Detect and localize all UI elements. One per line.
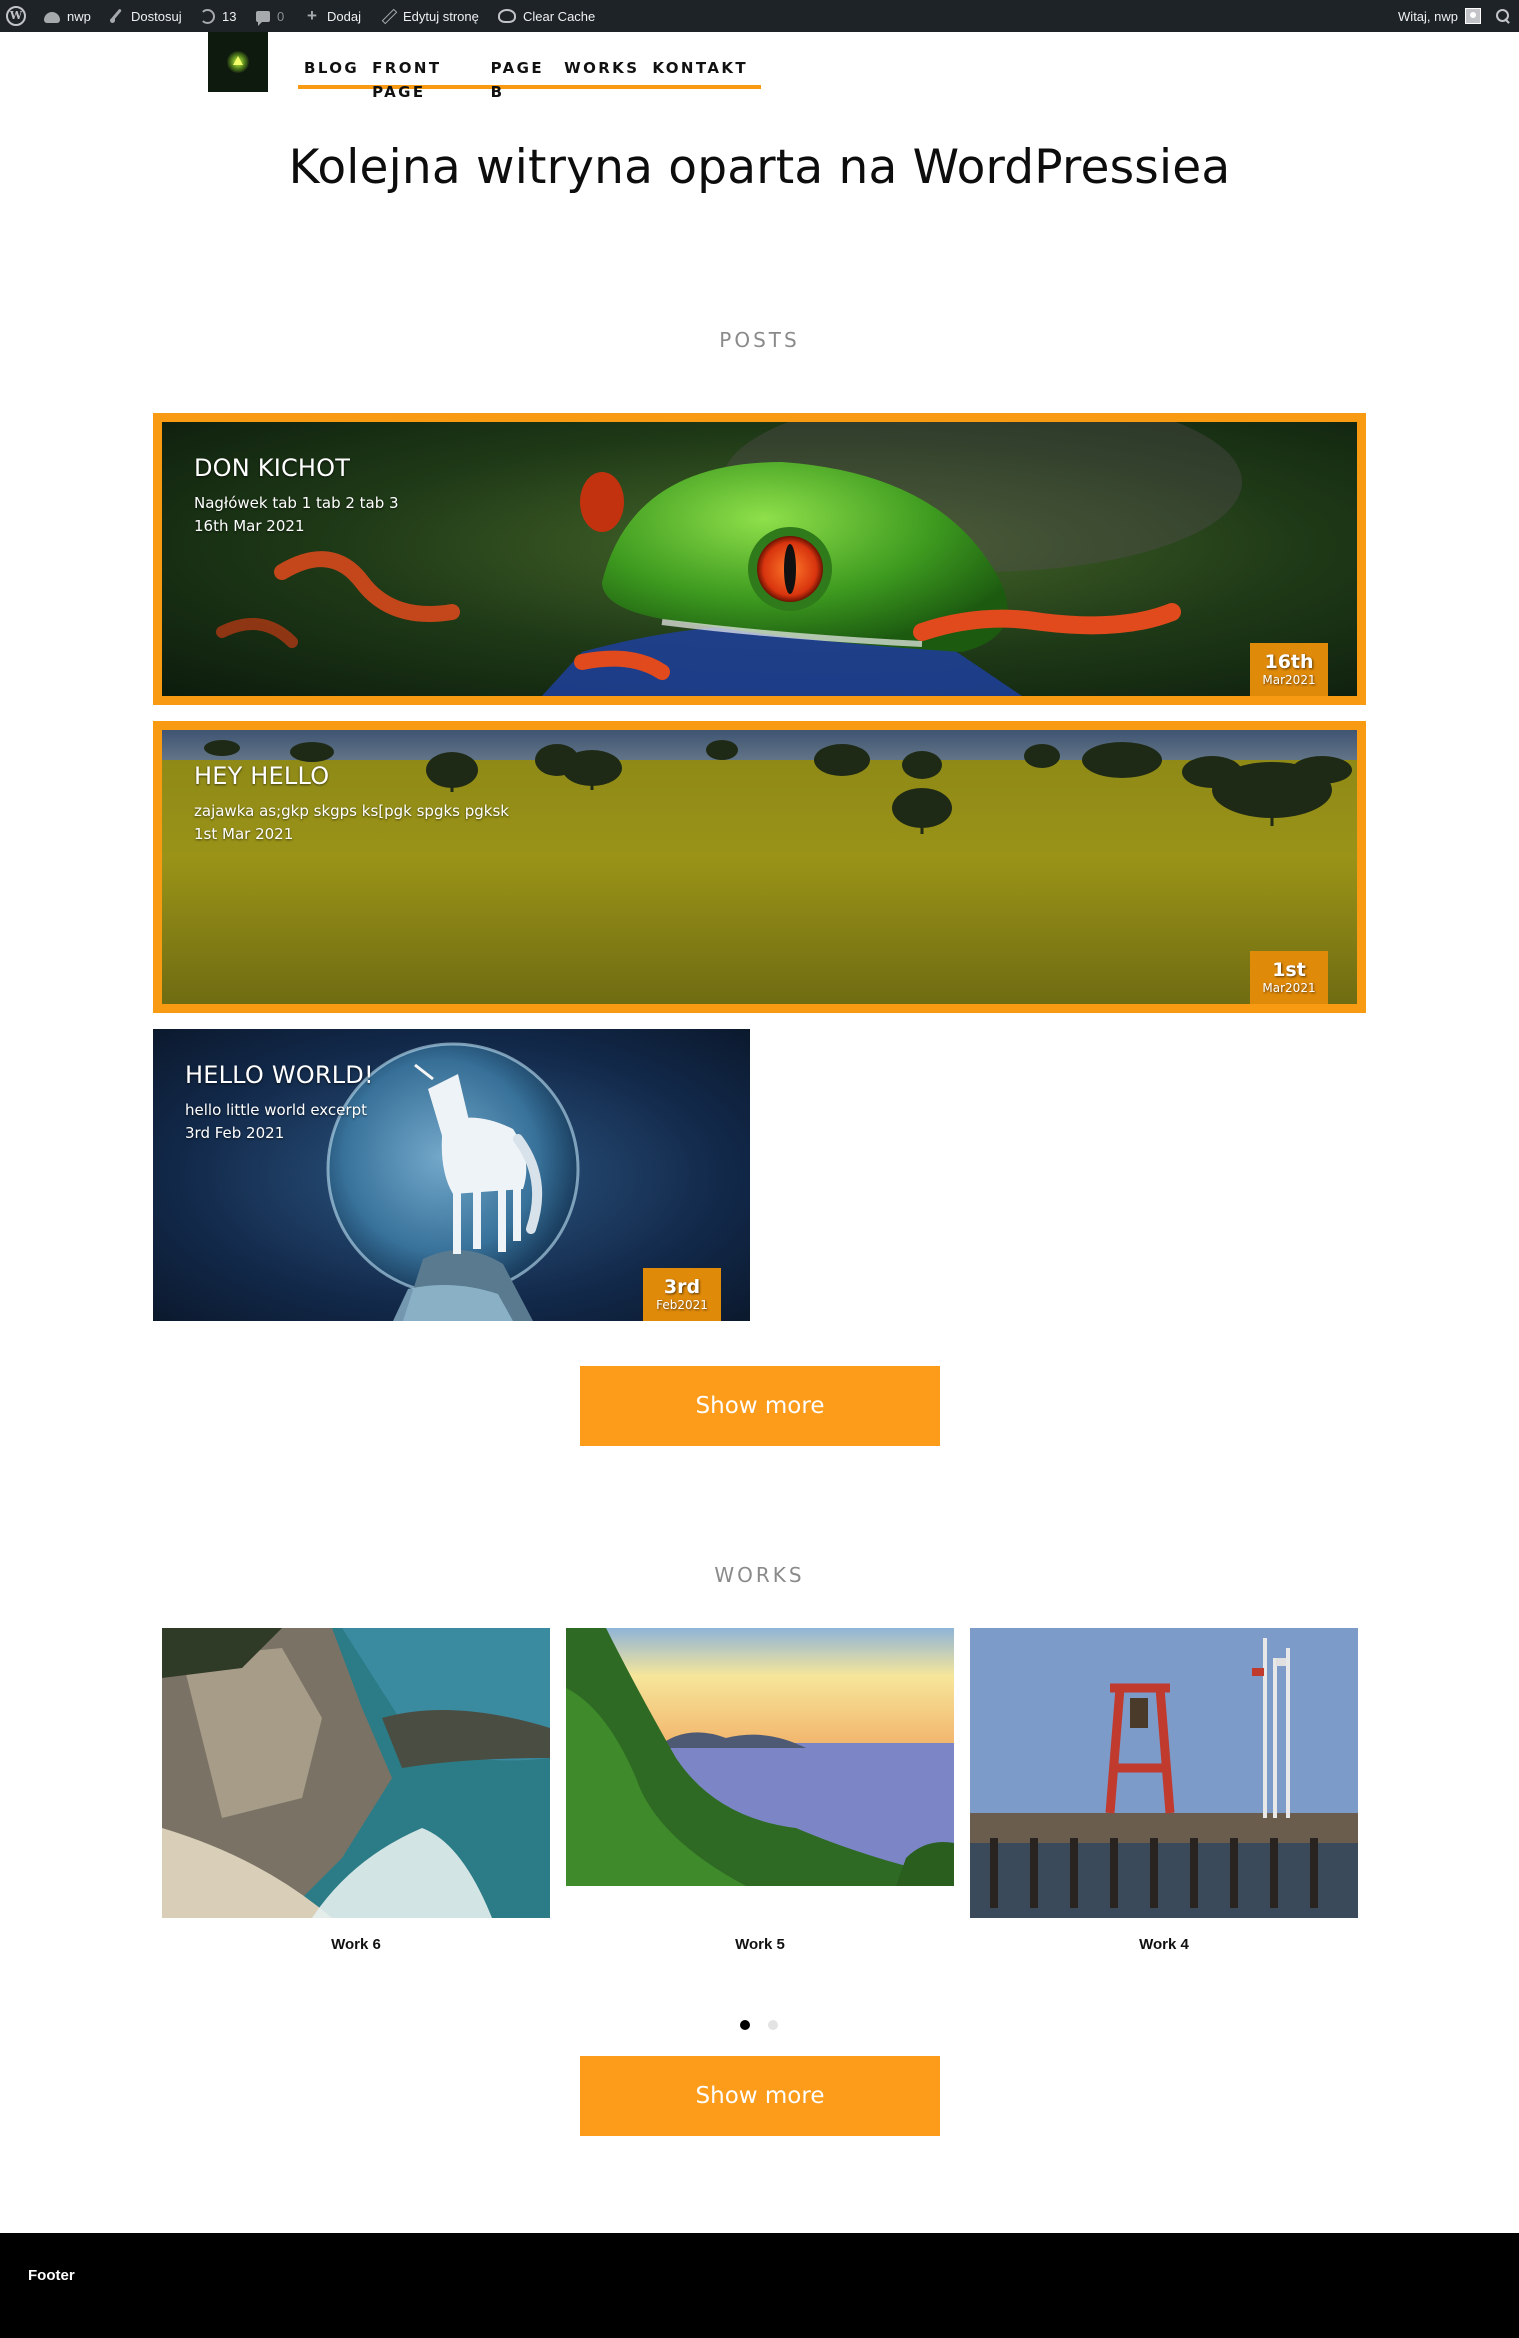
- post-card[interactable]: HEY HELLO zajawka as;gkp skgps ks[pgk sp…: [153, 721, 1366, 1013]
- nav-front-page[interactable]: FRONT PAGE: [372, 56, 477, 101]
- site-name-link[interactable]: nwp: [44, 0, 91, 32]
- date-badge-day: 1st: [1272, 959, 1306, 981]
- main-navigation: BLOG FRONT PAGE PAGE B WORKS KONTAKT: [298, 56, 761, 101]
- coast-cove-image: [162, 1628, 550, 1918]
- post-title[interactable]: HELLO WORLD!: [185, 1061, 374, 1089]
- post-card[interactable]: HELLO WORLD! hello little world excerpt …: [153, 1029, 750, 1321]
- updates-count: 13: [222, 8, 237, 24]
- comment-icon: [256, 11, 270, 26]
- post-date: 3rd Feb 2021: [185, 1124, 285, 1142]
- customize-label: Dostosuj: [131, 8, 182, 24]
- post-date: 1st Mar 2021: [194, 825, 294, 843]
- footer-text: Footer: [28, 2267, 75, 2284]
- account-menu[interactable]: Witaj, nwp: [1398, 0, 1481, 32]
- post-excerpt: Nagłówek tab 1 tab 2 tab 3: [194, 494, 399, 512]
- nav-blog[interactable]: BLOG: [304, 56, 359, 85]
- edit-page-link[interactable]: Edytuj stronę: [380, 0, 479, 32]
- avatar-icon: [1465, 8, 1481, 24]
- post-title[interactable]: HEY HELLO: [194, 762, 509, 790]
- post-title[interactable]: DON KICHOT: [194, 454, 399, 482]
- works-section-title: WORKS: [714, 1563, 805, 1587]
- date-badge: 16th Mar2021: [1250, 643, 1328, 696]
- site-name-label: nwp: [67, 8, 91, 24]
- works-show-more-button[interactable]: Show more: [580, 2056, 940, 2136]
- brush-icon: [108, 8, 124, 24]
- customize-link[interactable]: Dostosuj: [108, 0, 182, 32]
- work-card[interactable]: Work 4: [970, 1628, 1358, 1953]
- logo-glow-icon: [227, 51, 249, 73]
- work-label[interactable]: Work 6: [162, 1936, 550, 1953]
- date-badge-month: Mar2021: [1262, 673, 1316, 687]
- site-footer: Footer: [0, 2233, 1519, 2338]
- wordpress-menu[interactable]: W: [6, 0, 26, 32]
- updates-link[interactable]: 13: [200, 0, 236, 32]
- date-badge: 3rd Feb2021: [643, 1268, 721, 1321]
- work-label[interactable]: Work 5: [566, 1936, 954, 1953]
- carousel-dot-active[interactable]: [740, 2020, 750, 2030]
- date-badge-month: Feb2021: [656, 1298, 708, 1312]
- date-badge-day: 16th: [1264, 651, 1314, 673]
- new-content-label: Dodaj: [327, 8, 361, 24]
- comments-count: 0: [277, 8, 285, 24]
- work-label[interactable]: Work 4: [970, 1936, 1358, 1953]
- dashboard-icon: [44, 11, 60, 23]
- pencil-icon: [380, 8, 396, 24]
- clear-cache-link[interactable]: Clear Cache: [498, 0, 595, 32]
- cache-icon: [498, 9, 516, 23]
- post-card[interactable]: DON KICHOT Nagłówek tab 1 tab 2 tab 3 16…: [153, 413, 1366, 705]
- clear-cache-label: Clear Cache: [523, 8, 596, 24]
- plus-icon: +: [307, 6, 317, 25]
- posts-show-more-button[interactable]: Show more: [580, 1366, 940, 1446]
- work-card[interactable]: Work 5: [566, 1628, 954, 1953]
- nav-kontakt[interactable]: KONTAKT: [652, 56, 748, 85]
- admin-search-button[interactable]: [1495, 0, 1511, 32]
- pier-bell-image: [970, 1628, 1358, 1918]
- admin-bar: W nwp Dostosuj 13 0 + Dodaj Edytuj stron…: [0, 0, 1519, 32]
- date-badge-day: 3rd: [663, 1276, 701, 1298]
- date-badge-month: Mar2021: [1262, 981, 1316, 995]
- comments-link[interactable]: 0: [256, 0, 284, 32]
- post-date: 16th Mar 2021: [194, 517, 305, 535]
- post-excerpt: zajawka as;gkp skgps ks[pgk spgks pgksk: [194, 802, 509, 820]
- greeting-label: Witaj, nwp: [1398, 8, 1458, 24]
- posts-section-title: POSTS: [719, 328, 800, 352]
- new-content-link[interactable]: + Dodaj: [304, 0, 361, 32]
- edit-page-label: Edytuj stronę: [403, 8, 479, 24]
- site-title: Kolejna witryna oparta na WordPressiea: [288, 140, 1231, 195]
- carousel-dot[interactable]: [768, 2020, 778, 2030]
- updates-icon: [200, 8, 215, 24]
- post-excerpt: hello little world excerpt: [185, 1101, 367, 1119]
- search-icon: [1495, 8, 1511, 24]
- nav-page-b[interactable]: PAGE B: [491, 56, 552, 101]
- nav-works[interactable]: WORKS: [564, 56, 639, 85]
- sunset-bay-image: [566, 1628, 954, 1886]
- date-badge: 1st Mar2021: [1250, 951, 1328, 1004]
- site-logo[interactable]: [208, 32, 268, 92]
- wordpress-logo-icon: W: [6, 6, 26, 26]
- work-card[interactable]: Work 6: [162, 1628, 550, 1953]
